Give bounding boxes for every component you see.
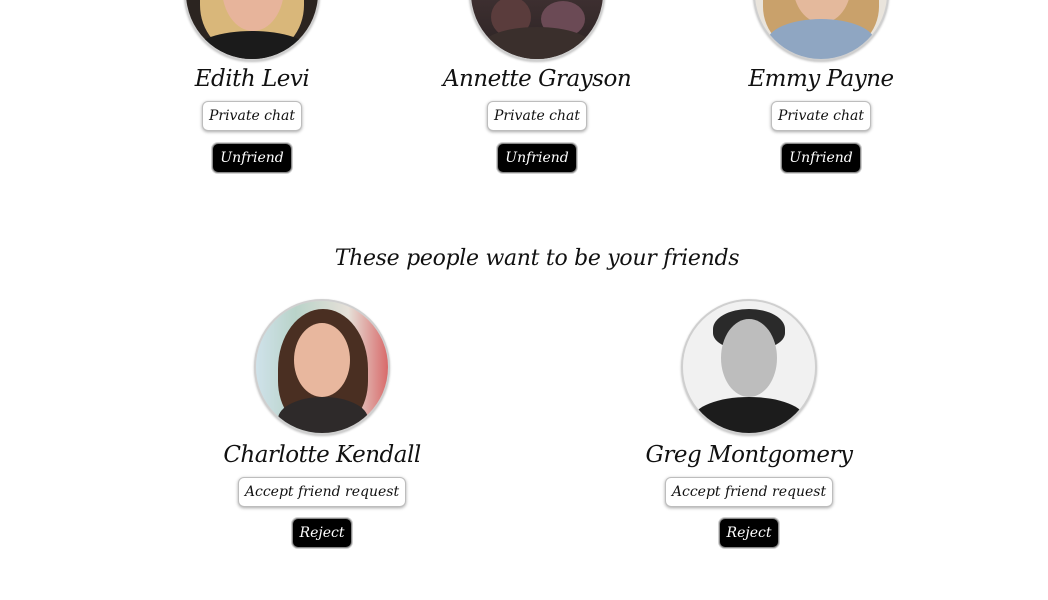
private-chat-button[interactable]: Private chat [486,101,588,131]
avatar[interactable] [753,0,889,61]
avatar[interactable] [184,0,320,61]
friends-page: Edith Levi Private chat Unfriend Annette… [0,0,1048,600]
friend-card: Emmy Payne Private chat Unfriend [701,0,941,173]
avatar[interactable] [469,0,605,61]
unfriend-button[interactable]: Unfriend [497,143,577,173]
friend-name: Annette Grayson [442,66,632,92]
private-chat-button[interactable]: Private chat [770,101,872,131]
unfriend-button[interactable]: Unfriend [781,143,861,173]
accept-friend-request-button[interactable]: Accept friend request [237,477,407,507]
reject-button[interactable]: Reject [718,518,780,548]
avatar[interactable] [681,299,817,435]
private-chat-button[interactable]: Private chat [201,101,303,131]
friend-requests-heading: These people want to be your friends [334,246,740,271]
requester-name: Greg Montgomery [645,442,853,468]
friend-card: Annette Grayson Private chat Unfriend [417,0,657,173]
accept-friend-request-button[interactable]: Accept friend request [664,477,834,507]
avatar[interactable] [254,299,390,435]
friend-card: Edith Levi Private chat Unfriend [132,0,372,173]
friend-name: Emmy Payne [748,66,894,92]
friend-name: Edith Levi [194,66,310,92]
request-card: Greg Montgomery Accept friend request Re… [629,299,869,548]
request-card: Charlotte Kendall Accept friend request … [202,299,442,548]
requester-name: Charlotte Kendall [223,442,421,468]
unfriend-button[interactable]: Unfriend [212,143,292,173]
reject-button[interactable]: Reject [291,518,353,548]
